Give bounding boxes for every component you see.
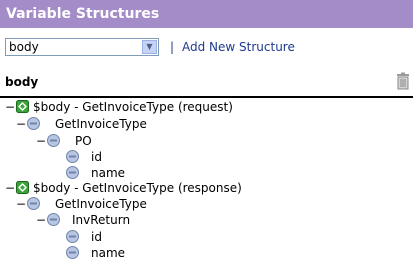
tree-node-label: id: [91, 230, 102, 244]
tree-node-label: id: [91, 150, 102, 164]
collapse-toggle[interactable]: −: [5, 180, 15, 196]
toolbar-separator: |: [170, 40, 175, 54]
tree-node-response-invreturn[interactable]: − InvReturn: [0, 212, 413, 228]
structure-select[interactable]: body ▼: [5, 38, 159, 56]
root-node-icon: [16, 100, 29, 113]
tree-node-request-type[interactable]: − GetInvoiceType: [0, 116, 413, 132]
element-node-icon: [66, 230, 79, 243]
header-divider: [0, 96, 413, 98]
tree-node-label: name: [91, 166, 126, 180]
tree-node-label: $body - GetInvoiceType (request): [33, 100, 233, 114]
panel-title: Variable Structures: [0, 0, 413, 28]
structure-select-value: body: [9, 40, 39, 54]
tree-node-response-type[interactable]: − GetInvoiceType: [0, 196, 413, 212]
tree-node-request-po-name[interactable]: name: [0, 165, 413, 181]
tree-node-response-invreturn-name[interactable]: name: [0, 245, 413, 261]
tree-node-label: GetInvoiceType: [55, 197, 147, 211]
tree-node-request-po-id[interactable]: id: [0, 149, 413, 165]
collapse-toggle[interactable]: −: [16, 116, 26, 132]
trash-icon[interactable]: [395, 72, 411, 90]
element-node-icon: [66, 150, 79, 163]
element-node-icon: [66, 166, 79, 179]
tree-node-response-root[interactable]: − $body - GetInvoiceType (response): [0, 180, 413, 196]
tree-node-response-invreturn-id[interactable]: id: [0, 229, 413, 245]
tree-node-label: InvReturn: [72, 213, 131, 227]
element-node-icon: [47, 213, 60, 226]
chevron-down-icon[interactable]: ▼: [142, 40, 157, 54]
structure-name: body: [5, 75, 39, 89]
element-node-icon: [66, 246, 79, 259]
collapse-toggle[interactable]: −: [36, 133, 46, 149]
collapse-toggle[interactable]: −: [36, 212, 46, 228]
element-node-icon: [47, 134, 60, 147]
root-node-icon: [16, 181, 29, 194]
tree-node-label: $body - GetInvoiceType (response): [33, 181, 242, 195]
tree-node-label: PO: [75, 134, 92, 148]
collapse-toggle[interactable]: −: [5, 99, 15, 115]
add-new-structure-link[interactable]: Add New Structure: [182, 38, 295, 56]
element-node-icon: [27, 197, 40, 210]
toolbar: body ▼ | Add New Structure: [0, 28, 413, 66]
structure-header: body: [0, 66, 413, 98]
tree-node-request-root[interactable]: − $body - GetInvoiceType (request): [0, 99, 413, 115]
tree-node-label: name: [91, 246, 126, 260]
element-node-icon: [27, 117, 40, 130]
tree-node-request-po[interactable]: − PO: [0, 133, 413, 149]
collapse-toggle[interactable]: −: [16, 196, 26, 212]
tree-node-label: GetInvoiceType: [55, 117, 147, 131]
